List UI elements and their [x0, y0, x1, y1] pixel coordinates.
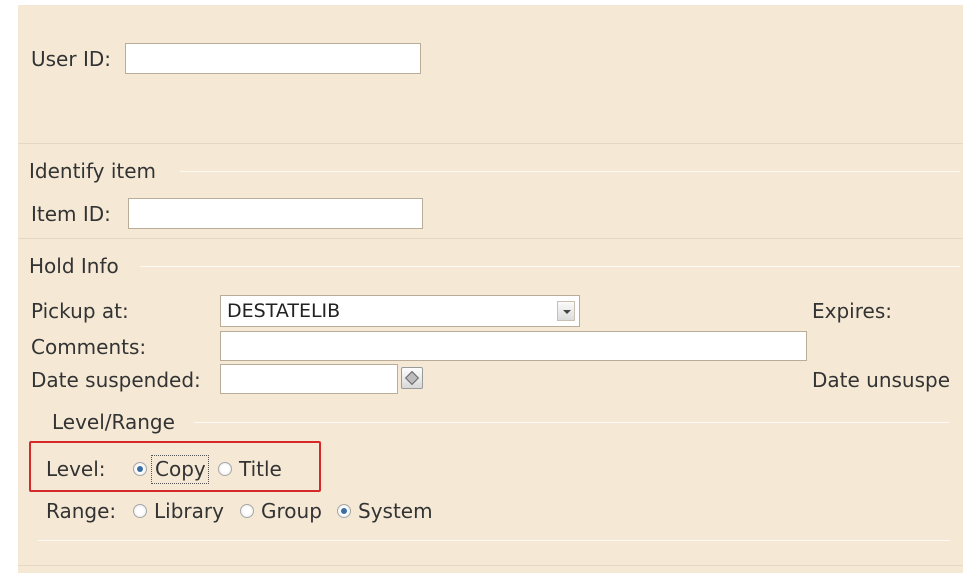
- date-suspended-label: Date suspended:: [31, 368, 201, 392]
- level-range-legend: Level/Range: [52, 410, 175, 434]
- range-library-radio[interactable]: [133, 504, 147, 518]
- pickup-at-select[interactable]: DESTATELIB: [220, 295, 580, 327]
- range-system-label[interactable]: System: [358, 499, 433, 523]
- fieldset-border: [180, 171, 960, 172]
- section-divider: [18, 143, 963, 144]
- range-library-label[interactable]: Library: [154, 499, 224, 523]
- date-unsuspend-label: Date unsuspe: [812, 368, 951, 392]
- user-id-label: User ID:: [31, 47, 111, 71]
- level-highlight-box: [29, 441, 321, 492]
- section-divider: [18, 565, 963, 566]
- comments-label: Comments:: [31, 335, 147, 359]
- comments-input[interactable]: [220, 331, 807, 361]
- item-id-label: Item ID:: [31, 202, 111, 226]
- pickup-at-label: Pickup at:: [31, 299, 129, 323]
- range-group-label[interactable]: Group: [261, 499, 322, 523]
- hold-info-legend: Hold Info: [29, 254, 119, 278]
- fieldset-border: [140, 266, 960, 267]
- range-system-radio[interactable]: [337, 504, 351, 518]
- range-group-radio[interactable]: [240, 504, 254, 518]
- date-suspended-input[interactable]: [220, 364, 398, 394]
- chevron-down-icon[interactable]: [557, 301, 575, 321]
- expires-label: Expires:: [812, 299, 892, 323]
- pickup-at-value: DESTATELIB: [227, 300, 341, 322]
- fieldset-border: [38, 540, 950, 541]
- fieldset-border: [194, 422, 949, 423]
- identify-item-legend: Identify item: [29, 159, 157, 183]
- calendar-icon[interactable]: [401, 367, 423, 389]
- user-id-input[interactable]: [125, 43, 421, 74]
- section-divider: [18, 238, 963, 239]
- item-id-input[interactable]: [128, 198, 423, 229]
- range-label: Range:: [46, 499, 117, 523]
